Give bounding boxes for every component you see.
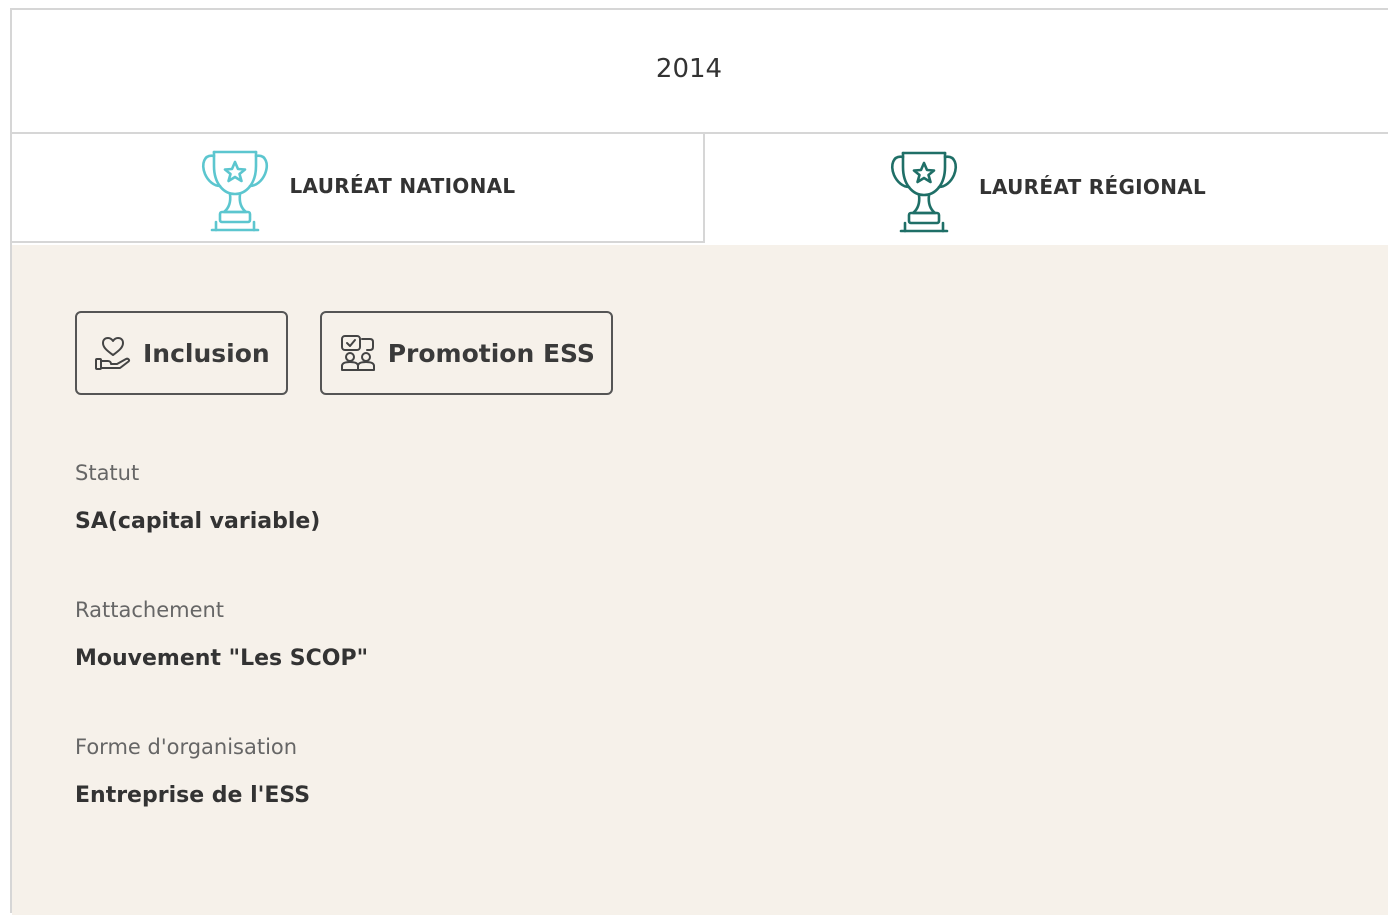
field-rattachement-label: Rattachement — [75, 598, 225, 622]
tag-promotion-ess[interactable]: Promotion ESS — [319, 311, 613, 395]
year-header: 2014 — [12, 10, 1388, 134]
field-rattachement-value: Mouvement "Les SCOP" — [75, 646, 369, 671]
trophy-icon — [201, 150, 268, 231]
laureate-details: Inclusion Promotion ESS Statut SA(capita… — [12, 245, 1388, 915]
field-forme-organisation-label: Forme d'organisation — [75, 735, 298, 759]
category-tags: Inclusion Promotion ESS — [75, 311, 613, 395]
field-statut-value: SA(capital variable) — [75, 509, 321, 534]
tab-national-laureate[interactable]: LAURÉAT NATIONAL — [12, 134, 705, 243]
tab-regional-label: LAURÉAT RÉGIONAL — [978, 174, 1207, 199]
field-rattachement: Rattachement Mouvement "Les SCOP" — [75, 598, 368, 671]
heart-hand-icon — [95, 337, 131, 370]
tab-national-label: LAURÉAT NATIONAL — [289, 173, 516, 198]
year-label: 2014 — [655, 54, 723, 84]
field-statut-label: Statut — [75, 461, 140, 485]
trophy-icon — [890, 151, 957, 232]
award-card: 2014 LAURÉAT NATIONAL LAURÉAT RÉGIONAL I… — [10, 8, 1388, 915]
field-forme-organisation-value: Entreprise de l'ESS — [75, 783, 311, 808]
field-statut: Statut SA(capital variable) — [75, 461, 320, 534]
laureate-tabs: LAURÉAT NATIONAL LAURÉAT RÉGIONAL — [12, 134, 1388, 245]
people-check-icon — [340, 335, 375, 371]
tag-inclusion-label: Inclusion — [143, 338, 270, 368]
tab-regional-laureate[interactable]: LAURÉAT RÉGIONAL — [705, 134, 1388, 243]
field-forme-organisation: Forme d'organisation Entreprise de l'ESS — [75, 735, 310, 808]
tag-promotion-ess-label: Promotion ESS — [387, 338, 595, 368]
tag-inclusion[interactable]: Inclusion — [75, 311, 288, 395]
